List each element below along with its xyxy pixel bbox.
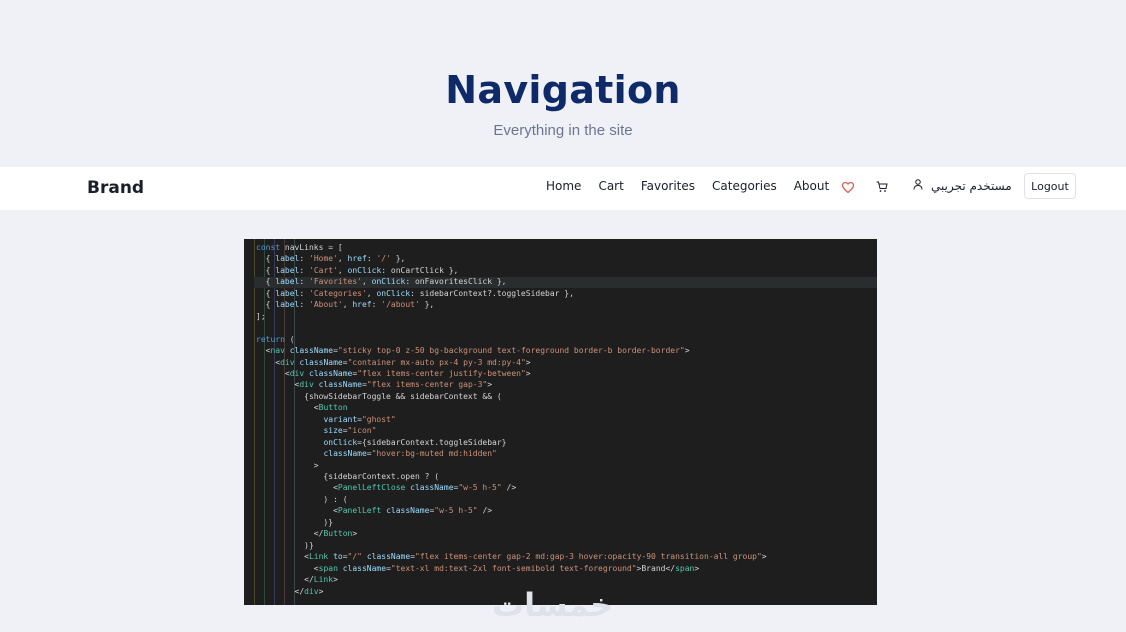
nav-link-favorites[interactable]: Favorites <box>641 179 695 193</box>
page-title: Navigation <box>445 68 681 112</box>
code-line: { label: 'Home', href: '/' }, <box>256 254 406 264</box>
code-line: </div> <box>256 586 324 596</box>
nav-links: Home Cart Favorites Categories About <box>546 179 829 193</box>
nav-link-about[interactable]: About <box>794 179 829 193</box>
code-line: return ( <box>256 334 295 344</box>
code-line: <div className="flex items-center gap-3"… <box>256 380 493 390</box>
code-line: className="hover:bg-muted md:hidden" <box>323 449 497 459</box>
nav-link-home[interactable]: Home <box>546 179 581 193</box>
code-line: {showSidebarToggle && sidebarContext && … <box>256 391 502 401</box>
code-line: </Link> <box>256 575 338 585</box>
code-line: {sidebarContext.open ? ( <box>256 472 440 481</box>
hero-section: Navigation Everything in the site <box>0 0 1126 167</box>
indent-guide <box>254 239 255 605</box>
code-line: </Button> <box>256 529 358 539</box>
code-line: const navLinks = [ <box>256 243 343 252</box>
user-icon <box>913 179 923 193</box>
code-line: )} <box>256 517 334 527</box>
code-line: <div className="container mx-auto px-4 p… <box>256 357 531 367</box>
code-line: { label: 'About', href: '/about' }, <box>256 300 435 310</box>
logout-button[interactable]: Logout <box>1024 173 1076 199</box>
code-line: <div className="flex items-center justif… <box>256 368 531 378</box>
code-line: { label: 'Favorites', onClick: onFavorit… <box>256 277 507 287</box>
nav-link-cart[interactable]: Cart <box>598 179 623 193</box>
code-line: onClick={sidebarContext.toggleSidebar} <box>323 437 507 447</box>
code-line: <Link to="/" className="flex items-cente… <box>256 552 767 562</box>
code-line: variant="ghost" <box>323 414 396 424</box>
user-name: مستخدم تجريبي <box>931 179 1012 193</box>
code-line: ) : ( <box>256 494 348 504</box>
code-line: { label: 'Categories', onClick: sidebarC… <box>256 288 574 298</box>
code-line: <span className="text-xl md:text-2xl fon… <box>256 563 700 573</box>
user-menu[interactable]: مستخدم تجريبي <box>913 179 1012 193</box>
code-line: > <box>256 460 319 470</box>
code-screenshot: const navLinks = [ { label: 'Home', href… <box>244 239 877 605</box>
brand-logo[interactable]: Brand <box>87 178 144 198</box>
navbar: Brand Home Cart Favorites Categories Abo… <box>0 167 1126 210</box>
code-line: )} <box>256 540 314 550</box>
heart-icon[interactable] <box>840 179 856 195</box>
watermark-logo: خمسات <box>492 586 614 624</box>
code-line: ]; <box>256 311 266 321</box>
code-line: <Button <box>256 403 348 413</box>
code-line: <nav className="sticky top-0 z-50 bg-bac… <box>256 346 690 356</box>
code-line: <PanelLeftClose className="w-5 h-5" /> <box>256 483 517 493</box>
cart-icon[interactable] <box>874 179 890 195</box>
code-line: size="icon" <box>323 426 377 436</box>
code-line: <PanelLeft className="w-5 h-5" /> <box>256 506 493 516</box>
page-subtitle: Everything in the site <box>493 122 633 139</box>
nav-link-categories[interactable]: Categories <box>712 179 777 193</box>
code-line: { label: 'Cart', onClick: onCartClick }, <box>256 265 459 275</box>
